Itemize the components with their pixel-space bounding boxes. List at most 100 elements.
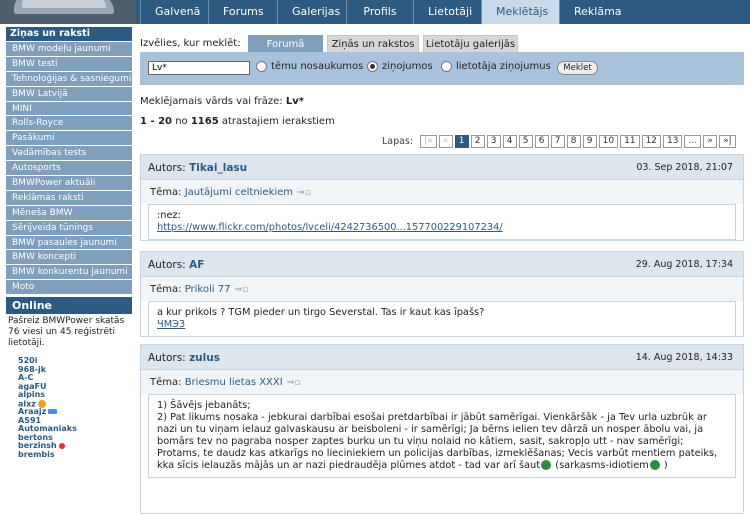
author-link[interactable]: zulus	[189, 352, 220, 364]
sidebar-item[interactable]: Vadāmības tests	[6, 145, 132, 161]
sidebar-item[interactable]: Mēneša BMW	[6, 204, 132, 220]
post-topic: Tēma: Jautājumi celtniekiem ⇒▫	[141, 180, 743, 204]
sidebar-item[interactable]: BMW konkurentu jaunumi	[6, 264, 132, 280]
sidebar-item[interactable]: Pasākumi	[6, 130, 132, 146]
sidebar-item[interactable]: Sērijveida tūnings	[6, 219, 132, 235]
author-link[interactable]: AF	[189, 259, 204, 271]
author-label: Autors:	[148, 352, 186, 364]
tab-forum[interactable]: Forumā	[248, 35, 323, 52]
online-summary: Pašreiz BMWPower skatās 76 viesi un 45 r…	[8, 316, 125, 349]
smiley-icon	[649, 460, 660, 470]
search-tabs: Izvēlies, kur meklēt: Forumā Ziņās un ra…	[140, 24, 744, 52]
nav-forums[interactable]: Forums	[208, 0, 277, 24]
page-link[interactable]: 13	[663, 134, 683, 148]
page-link[interactable]: 8	[566, 134, 581, 148]
go-to-post-icon[interactable]: ⇒▫	[234, 285, 248, 295]
sidebar-item[interactable]: BMWPower aktuāli	[6, 175, 132, 190]
go-to-post-icon[interactable]: ⇒▫	[287, 378, 301, 388]
sidebar-item[interactable]: MINI	[6, 100, 132, 116]
online-user[interactable]: berzinsh	[18, 441, 57, 450]
top-bar: Galvenā Forums Galerijas Profils Lietotā…	[0, 0, 750, 24]
author-link[interactable]: Tikai_lasu	[189, 162, 247, 174]
query-label: Meklējamais vārds vai frāze:	[140, 96, 283, 107]
nav-lietotaji[interactable]: Lietotāji	[413, 0, 481, 24]
sidebar-item[interactable]: BMW Latvijā	[6, 85, 132, 101]
online-user[interactable]: Araajz	[18, 407, 46, 416]
online-user-list: 520i 968-jk A-C agaFU alpins alxz Araajz…	[6, 357, 132, 459]
sidebar-item[interactable]: BMW koncepti	[6, 249, 132, 265]
post-link[interactable]: ЧМЭ3	[157, 319, 185, 330]
page-link[interactable]: 1	[454, 134, 469, 148]
post-text: :nez:	[157, 210, 181, 221]
post-link[interactable]: https://www.flickr.com/photos/lvceli/424…	[157, 222, 503, 233]
go-to-post-icon[interactable]: ⇒▫	[297, 188, 311, 198]
search-result-post: Autors: Tikai_lasu 03. Sep 2018, 21:07 T…	[140, 154, 744, 241]
page-prev[interactable]: «	[438, 134, 453, 148]
page-link[interactable]: 12	[641, 134, 662, 148]
topic-label: Tēma:	[150, 187, 182, 198]
sidebar-item[interactable]: BMW testi	[6, 55, 132, 71]
query-value: Lv*	[285, 96, 305, 107]
radio-user-posts[interactable]	[441, 61, 452, 72]
nav-meklետajs[interactable]: Meklētājs	[481, 0, 559, 24]
page-link[interactable]: 9	[582, 134, 597, 148]
topic-link[interactable]: Briesmu lietas XXXI	[185, 377, 283, 388]
page-link[interactable]: 6	[534, 134, 549, 148]
page-link[interactable]: 3	[486, 134, 501, 148]
post-text-paragraph: 2) Pat likums nosaka - jebkurai darbībai…	[157, 412, 727, 472]
post-topic: Tēma: Briesmu lietas XXXI ⇒▫	[141, 370, 743, 394]
page-link[interactable]: 7	[550, 134, 565, 148]
tab-news[interactable]: Ziņās un rakstos	[327, 35, 419, 52]
post-header: Autors: Tikai_lasu 03. Sep 2018, 21:07	[141, 155, 743, 180]
result-suffix: atrastajiem ierakstiem	[221, 116, 335, 127]
page-link[interactable]: 5	[518, 134, 533, 148]
sidebar-item[interactable]: BMW pasaules jaunumi	[6, 234, 132, 250]
search-bar: tēmu nosaukumos ziņojumos lietotāja ziņo…	[140, 52, 744, 85]
post-date: 29. Aug 2018, 17:34	[635, 259, 733, 270]
topic-link[interactable]: Jautājumi celtniekiem	[185, 187, 293, 198]
radio-posts[interactable]	[367, 61, 378, 72]
post-text: (sarkasms-idiotiem	[555, 460, 649, 471]
post-header: Autors: zulus 14. Aug 2018, 14:33	[141, 345, 743, 370]
tab-galleries[interactable]: Lietotāju galerijās	[423, 35, 518, 52]
page-link[interactable]: 2	[470, 134, 485, 148]
post-text-line: 1) Šāvējs jebanāts;	[157, 400, 251, 411]
result-range: 1 - 20	[140, 116, 172, 127]
search-input[interactable]	[148, 61, 250, 75]
nav-galvena[interactable]: Galvenā	[140, 0, 208, 24]
sidebar-item[interactable]: Rolls-Royce	[6, 115, 132, 131]
pager-label: Lapas:	[382, 135, 414, 147]
page-link[interactable]: 11	[620, 134, 640, 148]
sidebar-item[interactable]: Moto	[6, 279, 132, 295]
nav-reklama[interactable]: Reklāma	[559, 0, 631, 24]
query-line: Meklējamais vārds vai frāze: Lv*	[140, 96, 304, 107]
radio-label: ziņojumos	[382, 61, 433, 72]
page-last[interactable]: »|	[719, 134, 736, 148]
topic-link[interactable]: Prikoli 77	[185, 284, 231, 295]
nav-profils[interactable]: Profils	[346, 0, 413, 24]
site-logo[interactable]	[0, 0, 136, 24]
post-body: a kur prikols ? TGM pieder un tirgo Seve…	[148, 301, 736, 337]
pagination: Lapas: |« « 1 2 3 4 5 6 7 8 9 10 11 12 1…	[382, 134, 736, 148]
sidebar-item[interactable]: Autosports	[6, 160, 132, 176]
radio-topic-titles[interactable]	[256, 61, 267, 72]
post-text: a kur prikols ? TGM pieder un tirgo Seve…	[157, 307, 485, 318]
sidebar-item[interactable]: Reklāmas raksti	[6, 189, 132, 205]
online-user[interactable]: brembis	[18, 450, 132, 460]
page-next[interactable]: »	[703, 134, 718, 148]
search-button[interactable]: Meklet	[557, 61, 598, 75]
post-body: 1) Šāvējs jebanāts; 2) Pat likums nosaka…	[148, 394, 736, 478]
page-link[interactable]: 4	[502, 134, 517, 148]
sidebar-item[interactable]: BMW modeļu jaunumi	[6, 41, 132, 56]
result-of: no	[175, 116, 188, 127]
page-ellipsis[interactable]: ...	[684, 134, 702, 148]
radio-label: lietotāja ziņojumus	[456, 61, 551, 72]
main-content: Izvēlies, kur meklēt: Forumā Ziņās un ra…	[140, 24, 744, 514]
radio-label: tēmu nosaukumos	[271, 61, 364, 72]
page-first[interactable]: |«	[420, 134, 437, 148]
online-user[interactable]: 968-jk	[18, 365, 132, 375]
post-author: Autors: zulus	[148, 352, 220, 364]
sidebar-item[interactable]: Tehnoloģijas & sasniegumi	[6, 70, 132, 86]
page-link[interactable]: 10	[598, 134, 619, 148]
nav-galerijas[interactable]: Galerijas	[277, 0, 346, 24]
